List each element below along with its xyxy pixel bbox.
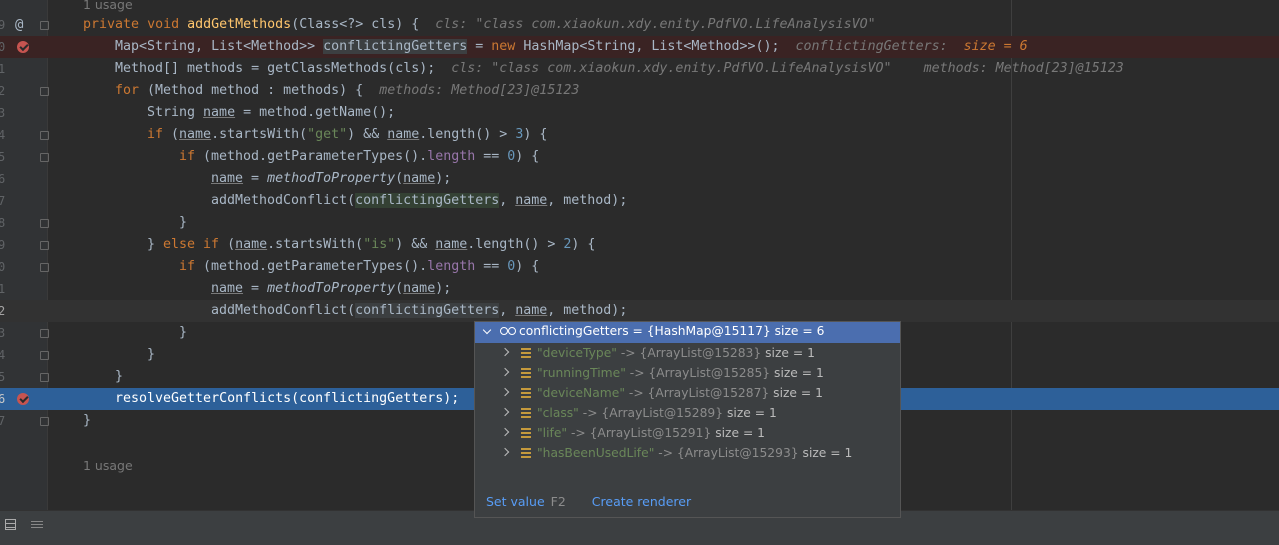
line-number: 6 <box>0 392 6 406</box>
code-line: 6 name = methodToProperty(name); <box>0 168 1279 190</box>
map-entry-row[interactable]: "life" -> {ArrayList@15291} size = 1 <box>475 423 900 443</box>
code-text: } <box>179 325 188 340</box>
line-number: 3 <box>0 326 6 340</box>
line-number: 2 <box>0 304 6 318</box>
override-at-icon[interactable]: @ <box>15 14 23 36</box>
fold-marker-icon[interactable] <box>40 373 49 382</box>
usage-hint[interactable]: 1 usage <box>83 455 133 477</box>
line-number: 4 <box>0 128 6 142</box>
map-entry-row[interactable]: "deviceType" -> {ArrayList@15283} size =… <box>475 343 900 363</box>
fold-marker-icon[interactable] <box>40 329 49 338</box>
chevron-down-icon[interactable] <box>482 325 492 335</box>
code-line: 4 if (name.startsWith("get") && name.len… <box>0 124 1279 146</box>
code-line: 8 } <box>0 212 1279 234</box>
line-number: 5 <box>0 370 6 384</box>
code-text: private void addGetMethods(Class<?> cls)… <box>83 17 876 32</box>
code-text: } <box>83 413 92 428</box>
code-text: if (method.getParameterTypes().length ==… <box>179 259 540 274</box>
line-number: 5 <box>0 150 6 164</box>
code-text: name = methodToProperty(name); <box>211 171 452 186</box>
line-number: 7 <box>0 194 6 208</box>
line-number: 6 <box>0 172 6 186</box>
line-number: 1 <box>0 282 6 296</box>
code-line: 0 if (method.getParameterTypes().length … <box>0 256 1279 278</box>
debug-value-popup[interactable]: conflictingGetters = {HashMap@15117} siz… <box>474 321 901 518</box>
code-text: } <box>179 215 188 230</box>
line-number: 4 <box>0 348 6 362</box>
fold-marker-icon[interactable] <box>40 153 49 162</box>
chevron-right-icon[interactable] <box>500 387 510 397</box>
map-entry-icon <box>521 348 531 358</box>
map-entry-row[interactable]: "class" -> {ArrayList@15289} size = 1 <box>475 403 900 423</box>
code-line: 1 Method[] methods = getClassMethods(cls… <box>0 58 1279 80</box>
popup-footer: Set value F2 Create renderer <box>486 494 691 509</box>
map-entry-icon <box>521 388 531 398</box>
code-line: 3 String name = method.getName(); <box>0 102 1279 124</box>
map-entry-row[interactable]: "deviceName" -> {ArrayList@15287} size =… <box>475 383 900 403</box>
map-entry-icon <box>521 368 531 378</box>
set-value-link[interactable]: Set value <box>486 494 545 509</box>
map-entry-row[interactable]: "hasBeenUsedLife" -> {ArrayList@15293} s… <box>475 443 900 463</box>
code-line-breakpoint: 0 Map<String, List<Method>> conflictingG… <box>0 36 1279 58</box>
fold-marker-icon[interactable] <box>40 87 49 96</box>
code-line: 5 if (method.getParameterTypes().length … <box>0 146 1279 168</box>
fold-marker-icon[interactable] <box>40 241 49 250</box>
fold-marker-icon[interactable] <box>40 417 49 426</box>
code-text: if (method.getParameterTypes().length ==… <box>179 149 540 164</box>
code-text: addMethodConflict(conflictingGetters, na… <box>211 303 628 318</box>
line-number: 9 <box>0 18 6 32</box>
code-line-caret: 2 addMethodConflict(conflictingGetters, … <box>0 300 1279 322</box>
fold-marker-icon[interactable] <box>40 21 49 30</box>
line-number: 1 <box>0 62 6 76</box>
line-number: 8 <box>0 216 6 230</box>
code-text: name = methodToProperty(name); <box>211 281 452 296</box>
chevron-right-icon[interactable] <box>500 347 510 357</box>
code-text: } <box>147 347 156 362</box>
code-line: 7 addMethodConflict(conflictingGetters, … <box>0 190 1279 212</box>
code-text: if (name.startsWith("get") && name.lengt… <box>147 127 548 142</box>
map-entry-icon <box>521 408 531 418</box>
code-text: } <box>115 369 124 384</box>
line-number: 9 <box>0 238 6 252</box>
popup-root-node[interactable]: conflictingGetters = {HashMap@15117} siz… <box>475 322 900 343</box>
chevron-right-icon[interactable] <box>500 367 510 377</box>
map-entry-icon <box>521 428 531 438</box>
chevron-right-icon[interactable] <box>500 407 510 417</box>
code-text: } else if (name.startsWith("is") && name… <box>147 237 596 252</box>
create-renderer-link[interactable]: Create renderer <box>592 494 691 509</box>
line-number: 7 <box>0 414 6 428</box>
breakpoint-icon[interactable] <box>17 393 29 405</box>
format-icon[interactable] <box>31 519 43 530</box>
code-text: addMethodConflict(conflictingGetters, na… <box>211 193 628 208</box>
watch-glasses-icon <box>500 327 516 335</box>
line-number: 0 <box>0 260 6 274</box>
code-text: Method[] methods = getClassMethods(cls);… <box>115 61 1124 76</box>
code-line: 2 for (Method method : methods) { method… <box>0 80 1279 102</box>
map-entry-icon <box>521 448 531 458</box>
code-text: Map<String, List<Method>> conflictingGet… <box>115 39 1028 54</box>
line-number: 2 <box>0 84 6 98</box>
code-text: for (Method method : methods) { methods:… <box>115 83 580 98</box>
breakpoint-icon[interactable] <box>17 41 29 53</box>
code-text: resolveGetterConflicts(conflictingGetter… <box>115 391 460 406</box>
map-entry-row[interactable]: "runningTime" -> {ArrayList@15285} size … <box>475 363 900 383</box>
fold-marker-icon[interactable] <box>40 263 49 272</box>
code-line: 1 name = methodToProperty(name); <box>0 278 1279 300</box>
chevron-right-icon[interactable] <box>500 447 510 457</box>
fold-marker-icon[interactable] <box>40 351 49 360</box>
root-node-text: conflictingGetters = {HashMap@15117} siz… <box>519 324 825 338</box>
inline-debug-hint: cls: "class com.xiaokun.xdy.enity.PdfVO.… <box>435 17 876 32</box>
code-line: 9 @ private void addGetMethods(Class<?> … <box>0 14 1279 36</box>
code-text: String name = method.getName(); <box>147 105 396 120</box>
fold-marker-icon[interactable] <box>40 219 49 228</box>
fold-marker-icon[interactable] <box>40 131 49 140</box>
line-number: 3 <box>0 106 6 120</box>
table-icon[interactable] <box>5 519 16 530</box>
code-line: 9 } else if (name.startsWith("is") && na… <box>0 234 1279 256</box>
set-value-shortcut: F2 <box>550 494 566 509</box>
chevron-right-icon[interactable] <box>500 427 510 437</box>
line-number: 0 <box>0 40 6 54</box>
